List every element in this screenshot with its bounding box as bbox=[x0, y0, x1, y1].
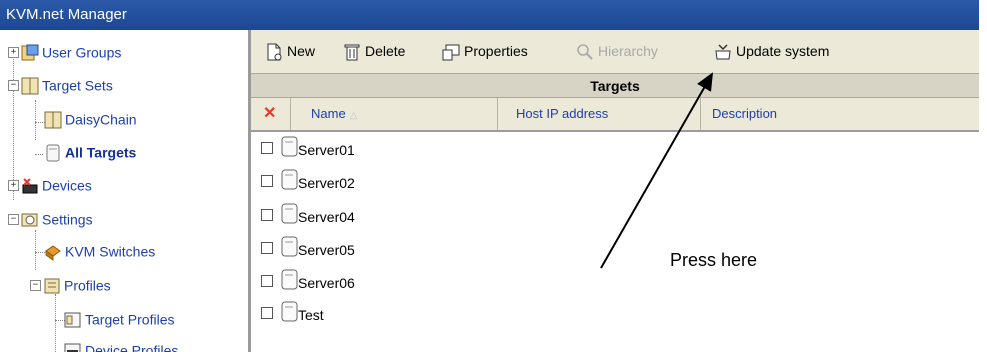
tree-item-device-profiles[interactable]: Device Profiles bbox=[64, 338, 178, 352]
profiles-icon bbox=[43, 277, 61, 295]
table-row[interactable]: Server02 bbox=[251, 166, 571, 196]
collapse-icon[interactable]: − bbox=[8, 214, 19, 226]
targets-table-body: Server01 Server02 Server04 Server05 Serv bbox=[251, 132, 979, 352]
table-row[interactable]: Server01 bbox=[251, 133, 571, 163]
user-groups-icon bbox=[21, 44, 39, 62]
navigation-tree: + User Groups − Target Sets DaisyChain All… bbox=[0, 30, 251, 352]
server-icon bbox=[281, 169, 299, 191]
tree-item-profiles[interactable]: − Profiles bbox=[30, 273, 111, 297]
server-icon bbox=[281, 236, 299, 258]
row-checkbox[interactable] bbox=[261, 242, 273, 254]
table-row[interactable]: Test bbox=[251, 298, 571, 328]
column-header-host-ip[interactable]: Host IP address bbox=[498, 98, 701, 130]
column-header-name[interactable]: Name △ bbox=[291, 98, 498, 130]
delete-button[interactable]: Delete bbox=[343, 40, 405, 62]
update-system-button[interactable]: Update system bbox=[714, 40, 829, 62]
properties-icon bbox=[442, 43, 460, 61]
tree-item-kvm-switches[interactable]: KVM Switches bbox=[44, 239, 155, 263]
app-window: KVM.net Manager + User Groups − Target Set… bbox=[0, 0, 979, 352]
table-row[interactable]: Server05 bbox=[251, 233, 571, 263]
trash-icon bbox=[343, 43, 361, 61]
update-system-icon bbox=[714, 43, 732, 61]
tree-item-user-groups[interactable]: + User Groups bbox=[8, 40, 121, 64]
table-row[interactable]: Server04 bbox=[251, 200, 571, 230]
tree-item-all-targets[interactable]: All Targets bbox=[44, 140, 137, 164]
table-caption: Targets bbox=[251, 74, 979, 98]
target-sets-icon bbox=[21, 77, 39, 95]
new-document-icon bbox=[265, 43, 283, 61]
device-profile-icon bbox=[64, 342, 82, 352]
magnifier-icon bbox=[576, 43, 594, 61]
expand-icon[interactable]: + bbox=[8, 180, 19, 192]
target-name: Server04 bbox=[298, 209, 355, 225]
tree-item-target-profiles[interactable]: Target Profiles bbox=[64, 307, 174, 331]
kvm-switch-icon bbox=[44, 243, 62, 261]
properties-button[interactable]: Properties bbox=[442, 40, 528, 62]
window-title: KVM.net Manager bbox=[6, 6, 127, 23]
target-name: Server02 bbox=[298, 175, 355, 191]
target-name: Server06 bbox=[298, 275, 355, 291]
expand-icon[interactable]: + bbox=[8, 47, 19, 59]
tree-item-devices[interactable]: + Devices bbox=[8, 173, 92, 197]
server-icon bbox=[281, 136, 299, 158]
server-icon bbox=[281, 203, 299, 225]
new-button[interactable]: New bbox=[265, 40, 315, 62]
server-icon bbox=[44, 144, 62, 162]
target-name: Server01 bbox=[298, 142, 355, 158]
tree-item-target-sets[interactable]: − Target Sets bbox=[8, 73, 113, 97]
row-checkbox[interactable] bbox=[261, 275, 273, 287]
collapse-icon[interactable]: − bbox=[8, 80, 19, 92]
hierarchy-button[interactable]: Hierarchy bbox=[576, 40, 658, 62]
target-name: Server05 bbox=[298, 242, 355, 258]
collapse-icon[interactable]: − bbox=[30, 280, 41, 292]
row-checkbox[interactable] bbox=[261, 142, 273, 154]
target-name: Test bbox=[298, 307, 324, 323]
tree-item-settings[interactable]: − Settings bbox=[8, 207, 93, 231]
devices-icon bbox=[21, 177, 39, 195]
targets-panel: New Delete Properties Hierarchy Update s… bbox=[251, 30, 979, 352]
row-checkbox[interactable] bbox=[261, 307, 273, 319]
title-bar: KVM.net Manager bbox=[0, 0, 979, 30]
table-header: ✕ Name △ Host IP address Description bbox=[251, 98, 979, 132]
settings-icon bbox=[21, 211, 39, 229]
delete-column-x-icon[interactable]: ✕ bbox=[251, 98, 291, 130]
toolbar: New Delete Properties Hierarchy Update s… bbox=[251, 30, 979, 74]
annotation-callout: Press here bbox=[662, 247, 864, 273]
server-icon bbox=[281, 269, 299, 291]
column-header-description[interactable]: Description bbox=[701, 98, 979, 130]
sort-ascending-icon: △ bbox=[349, 110, 358, 121]
row-checkbox[interactable] bbox=[261, 175, 273, 187]
server-set-icon bbox=[44, 111, 62, 129]
table-row[interactable]: Server06 bbox=[251, 266, 571, 296]
tree-item-daisychain[interactable]: DaisyChain bbox=[44, 107, 137, 131]
server-icon bbox=[281, 301, 299, 323]
row-checkbox[interactable] bbox=[261, 209, 273, 221]
target-profile-icon bbox=[64, 311, 82, 329]
